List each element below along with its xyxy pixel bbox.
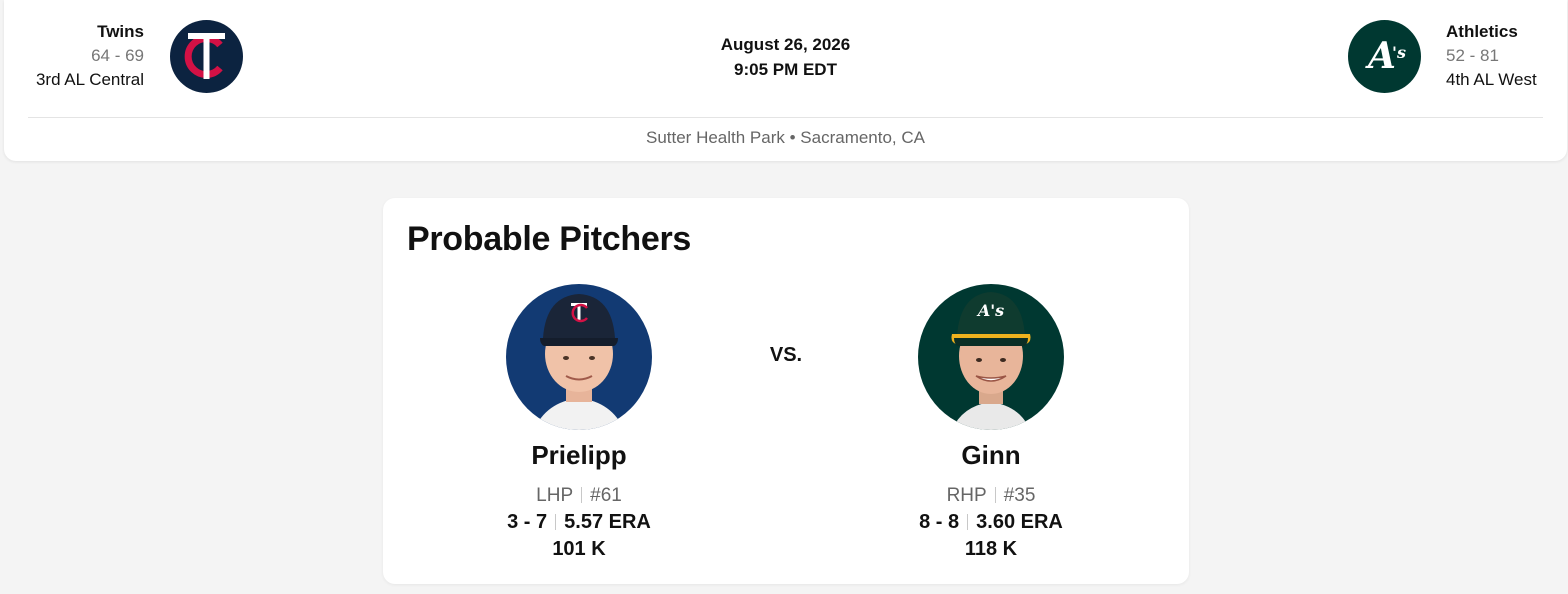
separator: [994, 487, 996, 503]
svg-text:A's: A's: [976, 301, 1004, 320]
svg-text:'s: 's: [1392, 43, 1406, 62]
home-pitcher[interactable]: A's Ginn RHP #35 8 - 8 3.60 ERA 118 K: [861, 284, 1121, 561]
away-pitcher-era: 5.57 ERA: [564, 511, 651, 533]
home-pitcher-hand: RHP: [946, 485, 987, 506]
game-header: Twins 64 - 69 3rd AL Central August 26, …: [4, 0, 1567, 161]
separator: [555, 514, 557, 530]
section-title: Probable Pitchers: [407, 220, 691, 258]
home-pitcher-number: #35: [1003, 485, 1036, 506]
separator: [967, 514, 969, 530]
away-pitcher[interactable]: Prielipp LHP #61 3 - 7 5.57 ERA 101 K: [449, 284, 709, 561]
away-pitcher-name[interactable]: Prielipp: [449, 440, 709, 471]
home-pitcher-name[interactable]: Ginn: [861, 440, 1121, 471]
away-pitcher-stats: 3 - 7 5.57 ERA: [449, 511, 709, 534]
away-pitcher-number: #61: [590, 485, 622, 506]
athletics-logo-icon[interactable]: A 's: [1348, 20, 1421, 93]
game-time: 9:05 PM EDT: [734, 60, 837, 79]
home-team-info[interactable]: Athletics 52 - 81 4th AL West: [1446, 20, 1537, 92]
home-pitcher-meta: RHP #35: [861, 485, 1121, 507]
home-pitcher-strikeouts: 118 K: [964, 538, 1018, 560]
home-pitcher-headshot[interactable]: A's: [918, 284, 1064, 430]
home-team-standing: 4th AL West: [1446, 70, 1537, 89]
home-pitcher-stats: 8 - 8 3.60 ERA: [861, 511, 1121, 534]
home-team-record: 52 - 81: [1446, 46, 1499, 65]
home-pitcher-era: 3.60 ERA: [976, 511, 1063, 533]
header-divider: [28, 117, 1543, 118]
away-pitcher-record: 3 - 7: [507, 511, 548, 533]
probable-pitchers-card: Probable Pitchers Prielipp LHP #61 3 - 7…: [383, 198, 1189, 584]
venue-label: Sutter Health Park • Sacramento, CA: [645, 128, 925, 147]
home-pitcher-record: 8 - 8: [919, 511, 960, 533]
separator: [581, 487, 583, 503]
away-pitcher-meta: LHP #61: [449, 485, 709, 507]
away-pitcher-strikeouts: 101 K: [552, 538, 606, 560]
game-datetime: August 26, 2026 9:05 PM EDT: [4, 32, 1567, 82]
game-date: August 26, 2026: [720, 35, 851, 54]
away-pitcher-hand: LHP: [536, 485, 574, 506]
home-team-name[interactable]: Athletics: [1446, 20, 1537, 44]
